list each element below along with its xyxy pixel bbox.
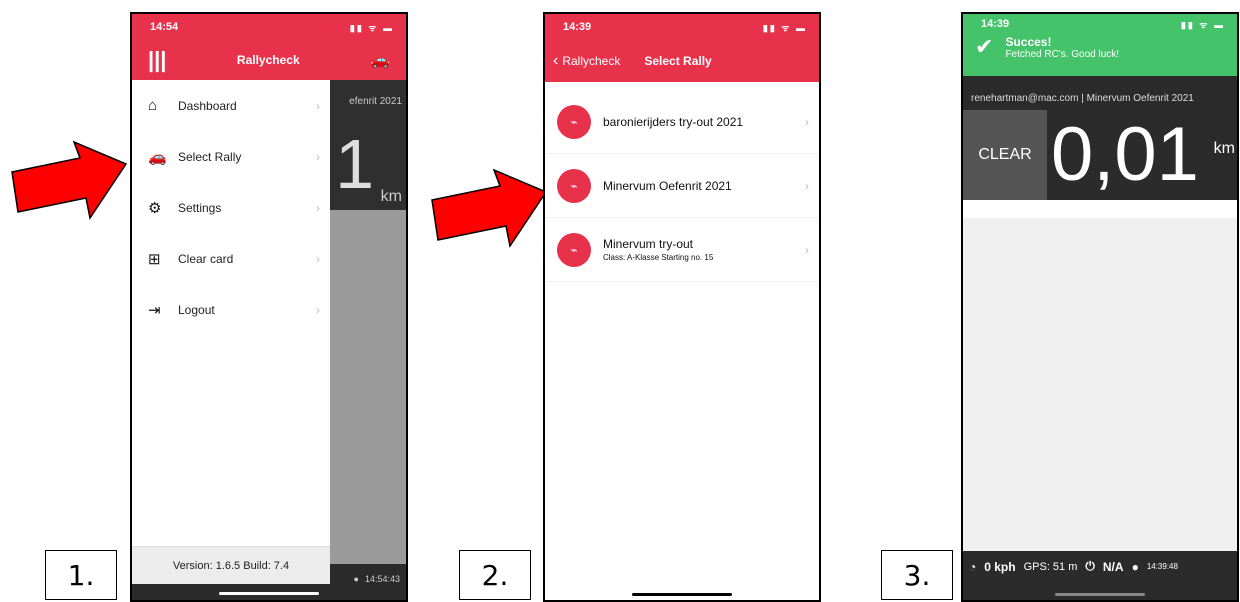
distance-number: 0,01 — [1051, 112, 1199, 197]
version-info: Version: 1.6.5 Build: 7.4 — [132, 546, 330, 584]
status-icons: ▮▮ ᯤ ▬ — [1180, 19, 1225, 30]
chevron-right-icon: › — [805, 242, 809, 257]
status-icons: ▮▮ ᯤ ▬ — [762, 22, 807, 33]
status-time: 14:39 — [981, 18, 1010, 30]
clock-icon: ● — [1131, 559, 1139, 574]
menu-item-label: Dashboard — [178, 98, 237, 113]
home-indicator[interactable] — [632, 593, 732, 596]
bg-panel — [326, 210, 406, 564]
phone-menu-screen: 14:54 ▮▮ ᯤ ▬ ||| Rallycheck 🚗 efenrit 20… — [130, 12, 408, 602]
chevron-right-icon: › — [805, 114, 809, 129]
clock-value: 14:39:48 — [1146, 562, 1178, 571]
clock-icon: ● — [353, 574, 359, 584]
distance-value: 0,01 km — [1047, 110, 1237, 200]
chevron-right-icon: › — [316, 302, 320, 317]
back-button[interactable]: ‹ Rallycheck — [553, 52, 620, 70]
content-area — [963, 218, 1237, 555]
menu-item-label: Clear card — [178, 251, 234, 266]
menu-item-settings[interactable]: ⚙ Settings › — [132, 182, 330, 233]
phone-select-rally-screen: 14:39 ▮▮ ᯤ ▬ ‹ Rallycheck Select Rally ⌁… — [543, 12, 821, 602]
chevron-right-icon: › — [316, 149, 320, 164]
back-label: Rallycheck — [562, 54, 621, 68]
red-arrow-1-icon — [11, 140, 128, 220]
rally-item-minervum-try-out[interactable]: ⌁ Minervum try-out Class: A-Klasse Start… — [545, 218, 819, 282]
app-body: efenrit 2021 1 km ● 14:54:43 ⌂ Dashboard… — [132, 80, 406, 600]
step-label-1: 1. — [45, 550, 117, 600]
power-icon: ⏻ — [1085, 559, 1095, 573]
car-icon: ⌁ — [557, 104, 591, 139]
bg-unit: km — [380, 188, 402, 205]
status-time: 14:39 — [563, 21, 592, 33]
side-drawer: ⌂ Dashboard › 🚗 Select Rally › ⚙ Setting… — [132, 80, 330, 600]
menu-item-dashboard[interactable]: ⌂ Dashboard › — [132, 80, 330, 131]
hamburger-menu-icon[interactable]: ||| — [148, 49, 166, 71]
gps-value: GPS: 51 m — [1023, 560, 1078, 573]
bg-clock: ● 14:54:43 — [354, 574, 400, 584]
home-indicator[interactable] — [219, 592, 319, 595]
clear-button[interactable]: CLEAR — [963, 110, 1047, 200]
car-icon: 🚗 — [148, 148, 167, 166]
success-message: Fetched RC's. Good luck! — [1005, 48, 1120, 60]
status-bar: 14:39 ▮▮ ᯤ ▬ — [545, 14, 819, 40]
status-time: 14:54 — [150, 21, 179, 33]
home-indicator[interactable] — [1055, 593, 1145, 596]
menu-item-label: Logout — [178, 302, 215, 317]
success-title: Succes! — [1005, 34, 1052, 49]
rally-list: ⌁ baronierijders try-out 2021 › ⌁ Minerv… — [545, 82, 819, 282]
success-banner: 14:39 ▮▮ ᯤ ▬ ✔ Succes! Fetched RC's. Goo… — [963, 14, 1237, 76]
checkmark-icon: ✔ — [975, 34, 994, 59]
car-icon: ⌁ — [557, 232, 591, 267]
home-icon: ⌂ — [148, 97, 158, 114]
distance-counter: CLEAR 0,01 km — [963, 110, 1237, 200]
nav-header: ‹ Rallycheck Select Rally — [545, 40, 819, 82]
menu-item-label: Settings — [178, 200, 222, 215]
account-info: renehartman@mac.com | Minervum Oefenrit … — [971, 92, 1194, 104]
rally-name: baronierijders try-out 2021 — [603, 114, 744, 129]
speed-value: 0 kph — [984, 559, 1016, 574]
menu-item-label: Select Rally — [178, 149, 242, 164]
page-title: Select Rally — [644, 54, 712, 68]
app-header: ||| Rallycheck 🚗 — [132, 40, 406, 80]
rally-class: Class: A-Klasse Starting no. 15 — [603, 253, 714, 262]
distance-unit: km — [1213, 140, 1235, 157]
car-icon: ⌁ — [557, 168, 591, 203]
dashboard: renehartman@mac.com | Minervum Oefenrit … — [963, 76, 1237, 200]
menu-item-select-rally[interactable]: 🚗 Select Rally › — [132, 131, 330, 182]
menu-item-logout[interactable]: ⇥ Logout › — [132, 284, 330, 335]
speedometer-icon: ◔ — [969, 559, 977, 574]
red-arrow-2-icon — [431, 168, 548, 248]
car-icon[interactable]: 🚗 — [370, 50, 390, 70]
bg-clock-text: 14:54:43 — [364, 574, 400, 584]
status-bar: 14:54 ▮▮ ᯤ ▬ — [132, 14, 406, 40]
rally-item-baronierijders[interactable]: ⌁ baronierijders try-out 2021 › — [545, 90, 819, 154]
bg-rally-name: efenrit 2021 — [349, 96, 402, 107]
logout-icon: ⇥ — [148, 301, 161, 319]
status-icons: ▮▮ ᯤ ▬ — [349, 22, 394, 33]
phone-dashboard-screen: 14:39 ▮▮ ᯤ ▬ ✔ Succes! Fetched RC's. Goo… — [961, 12, 1239, 602]
rally-item-minervum-oefenrit[interactable]: ⌁ Minervum Oefenrit 2021 › — [545, 154, 819, 218]
status-bar: 14:39 ▮▮ ᯤ ▬ — [963, 14, 1237, 34]
rally-name: Minervum try-out — [603, 237, 694, 251]
step-label-2: 2. — [459, 550, 531, 600]
chevron-right-icon: › — [805, 178, 809, 193]
step-label-3: 3. — [881, 550, 953, 600]
app-title: Rallycheck — [236, 53, 300, 67]
bg-counter: 1 — [335, 125, 374, 203]
background-dashboard: efenrit 2021 1 km — [326, 80, 406, 210]
chevron-right-icon: › — [316, 98, 320, 113]
grid-icon: ⊞ — [148, 250, 161, 268]
chevron-right-icon: › — [316, 251, 320, 266]
gears-icon: ⚙ — [148, 199, 162, 217]
rally-name: Minervum Oefenrit 2021 — [603, 178, 732, 193]
chevron-left-icon: ‹ — [553, 52, 559, 69]
bottom-status-bar: ◔ 0 kph GPS: 51 m ⏻ N/A ● 14:39:48 — [963, 551, 1237, 600]
chevron-right-icon: › — [316, 200, 320, 215]
menu-item-clear-card[interactable]: ⊞ Clear card › — [132, 233, 330, 284]
na-value: N/A — [1102, 559, 1124, 574]
home-bar-area — [132, 584, 406, 600]
